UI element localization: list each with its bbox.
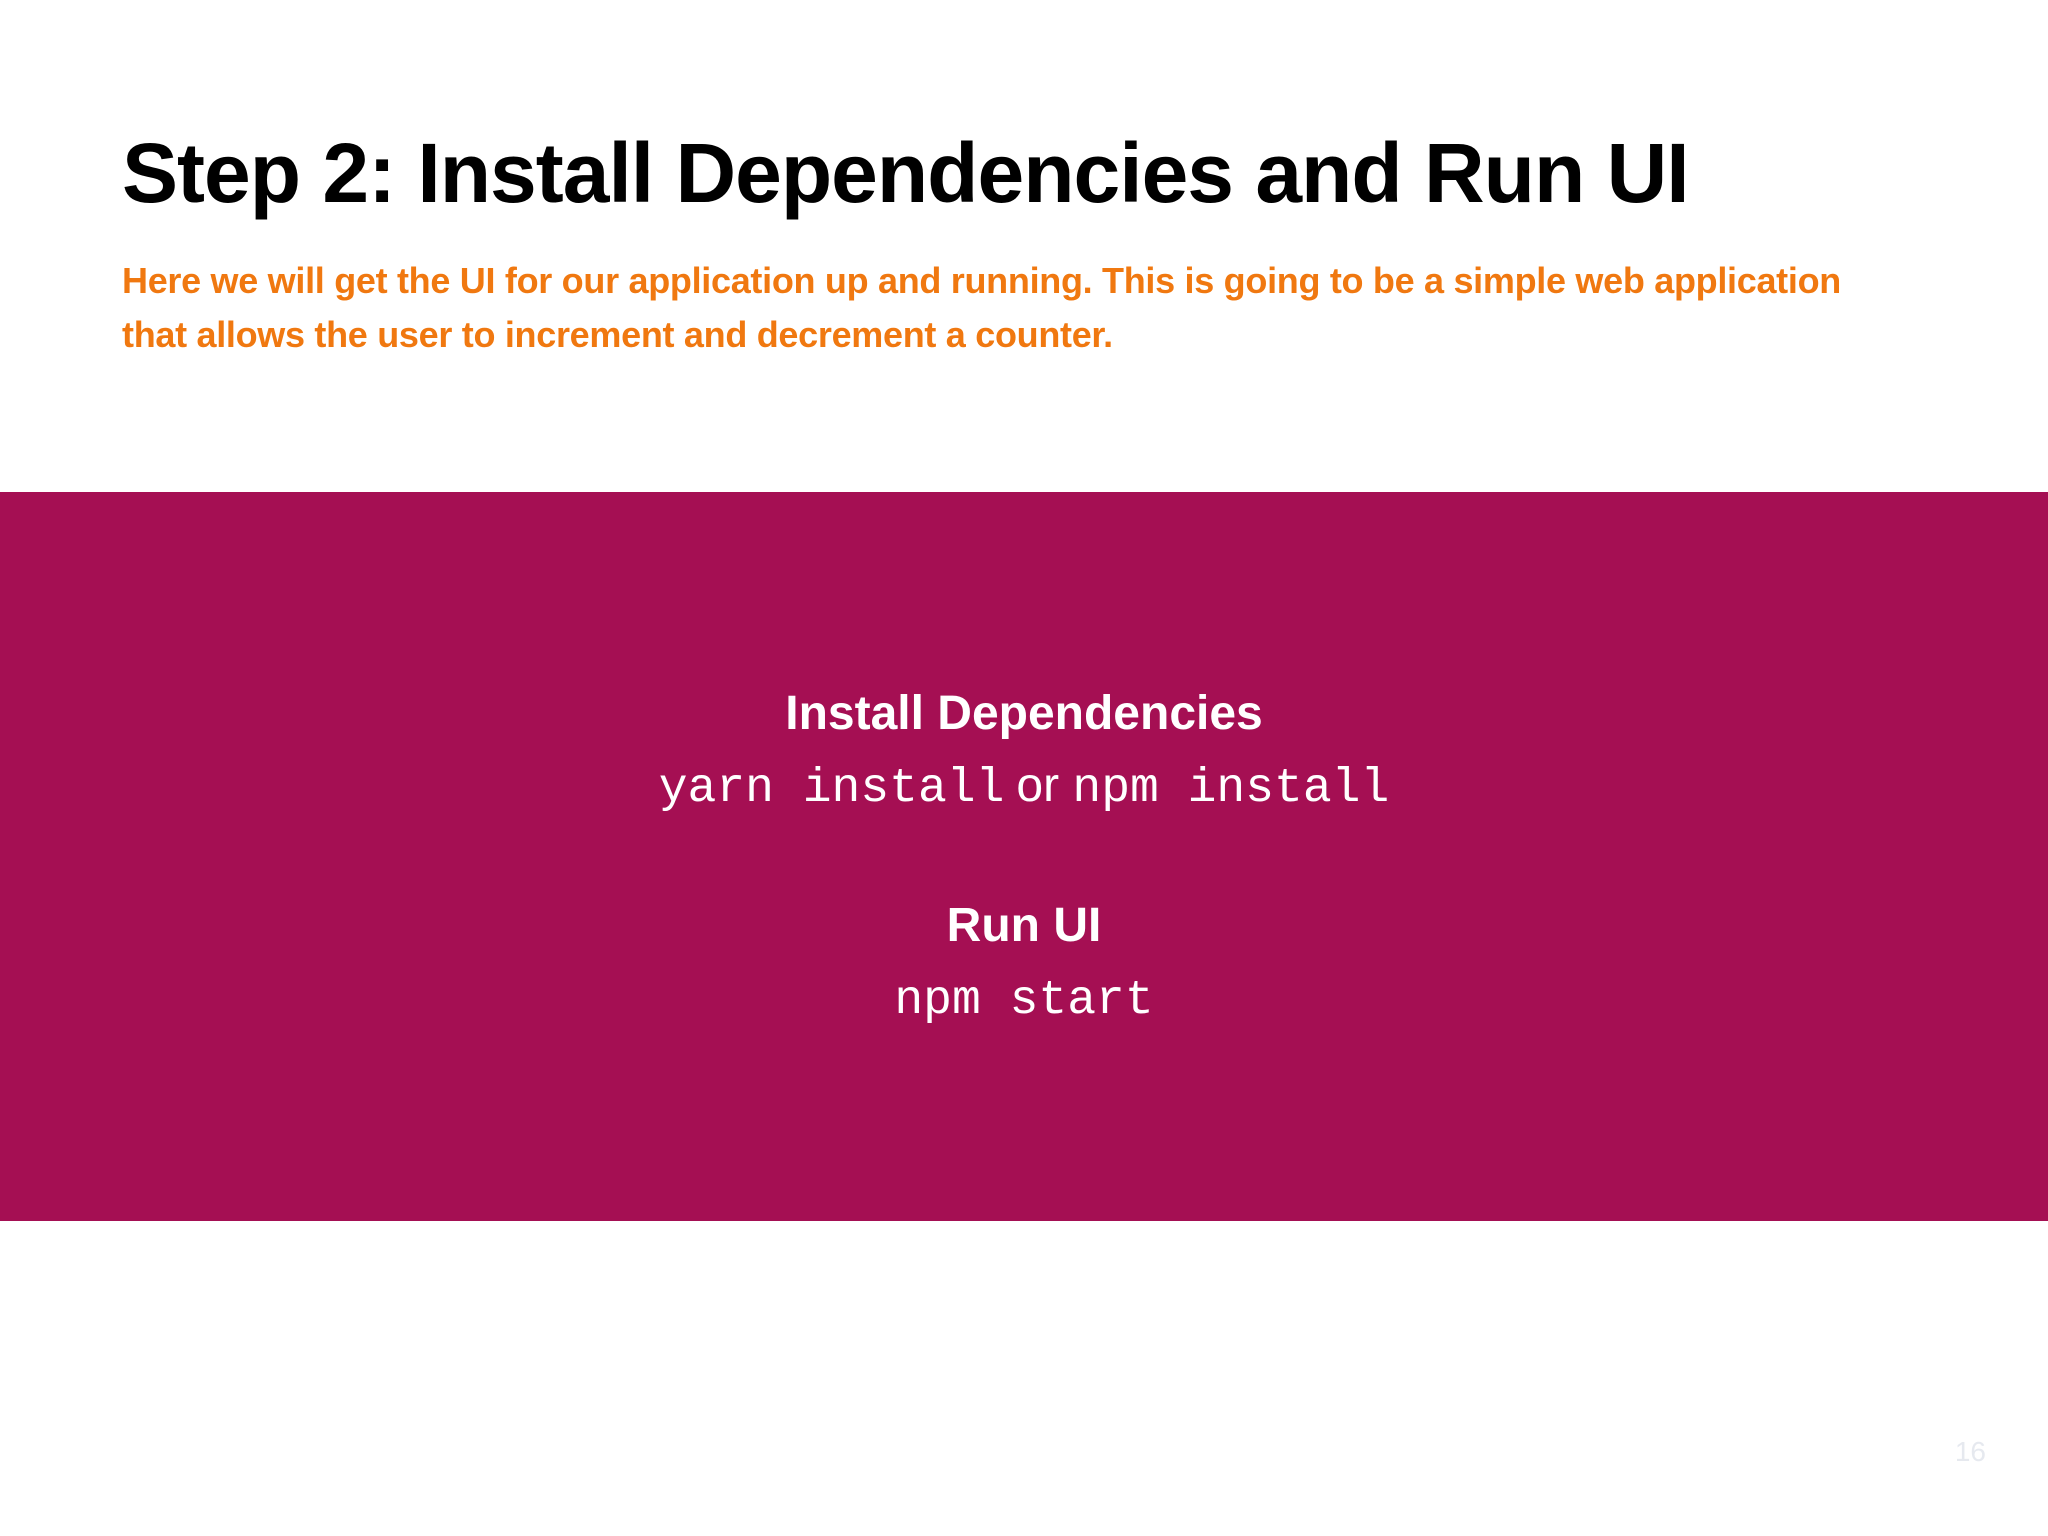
or-connector: or (1016, 759, 1072, 812)
run-command-line: npm start (0, 968, 2048, 1031)
slide-subtitle: Here we will get the UI for our applicat… (122, 260, 1841, 355)
npm-start-command: npm start (894, 974, 1154, 1028)
or-connector-text: or (1016, 759, 1060, 812)
npm-install-command: npm install (1072, 762, 1390, 816)
install-command-line: yarn install or npm install (0, 756, 2048, 819)
highlight-band: Install Dependencies yarn install or npm… (0, 492, 2048, 1221)
install-dependencies-heading: Install Dependencies (785, 687, 1263, 740)
run-ui-heading: Run UI (946, 899, 1102, 952)
slide: Step 2: Install Dependencies and Run UI … (0, 0, 2048, 1536)
slide-title: Step 2: Install Dependencies and Run UI (122, 126, 1690, 220)
band-content: Install Dependencies yarn install or npm… (0, 492, 2048, 1221)
page-number: 16 (1954, 1436, 1986, 1467)
yarn-install-command: yarn install (658, 762, 1005, 816)
